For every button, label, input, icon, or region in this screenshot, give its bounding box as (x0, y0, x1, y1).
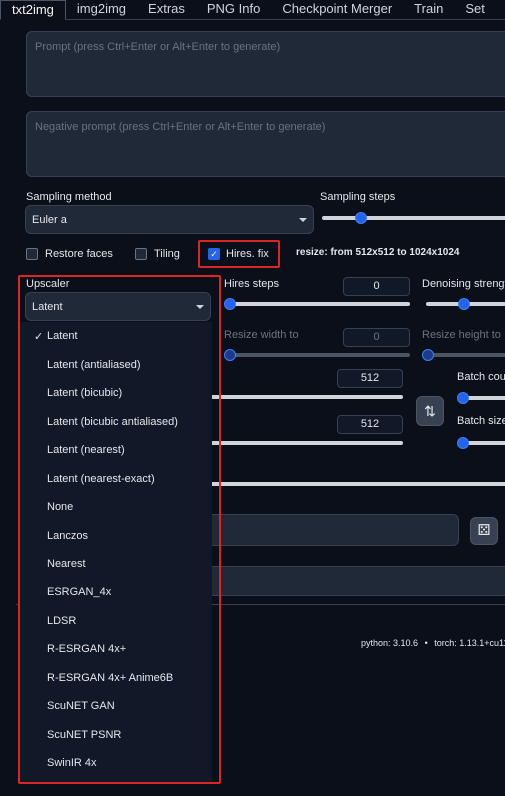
upscaler-highlight (18, 275, 221, 784)
check-icon: ✓ (210, 249, 218, 259)
tab-png-info[interactable]: PNG Info (196, 0, 271, 20)
width-slider-track[interactable] (200, 395, 403, 399)
random-seed-button[interactable]: ⚄ (470, 517, 498, 545)
swap-arrows-icon: ⇅ (424, 403, 436, 419)
sampling-steps-slider-thumb[interactable] (355, 212, 367, 224)
resize-height-slider-track[interactable] (426, 353, 505, 357)
width-input[interactable]: 512 (337, 369, 403, 388)
batch-count-label: Batch count (457, 371, 505, 383)
hires-steps-label: Hires steps (224, 278, 280, 290)
torch-version: torch: 1.13.1+cu11 (434, 638, 505, 648)
batch-size-slider-thumb[interactable] (457, 437, 469, 449)
denoising-strength-label: Denoising strength (422, 278, 505, 290)
cfg-scale-slider-track[interactable] (200, 482, 505, 486)
tiling-label: Tiling (154, 248, 180, 260)
denoising-slider-thumb[interactable] (458, 298, 470, 310)
swap-dimensions-button[interactable]: ⇅ (416, 396, 444, 426)
tab-bar: txt2img img2img Extras PNG Info Checkpoi… (0, 0, 505, 20)
resize-info: resize: from 512x512 to 1024x1024 (296, 247, 460, 258)
tiling-checkbox[interactable] (135, 248, 147, 260)
dice-icon: ⚄ (477, 522, 491, 539)
batch-count-slider-thumb[interactable] (457, 392, 469, 404)
resize-width-slider-thumb[interactable] (224, 349, 236, 361)
height-input[interactable]: 512 (337, 415, 403, 434)
footer-versions: python: 3.10.6 • torch: 1.13.1+cu11 (361, 638, 505, 648)
tab-train[interactable]: Train (403, 0, 454, 20)
resize-width-input[interactable]: 0 (343, 328, 410, 347)
height-slider-track[interactable] (200, 441, 403, 445)
hires-steps-slider-track[interactable] (228, 302, 410, 306)
negative-prompt-input[interactable]: Negative prompt (press Ctrl+Enter or Alt… (26, 111, 505, 177)
sampling-steps-label: Sampling steps (320, 191, 396, 203)
footer-separator: • (424, 638, 428, 648)
tab-txt2img[interactable]: txt2img (0, 0, 66, 20)
sampling-method-value: Euler a (32, 213, 67, 226)
resize-width-slider-track[interactable] (228, 353, 410, 357)
hires-steps-slider-thumb[interactable] (224, 298, 236, 310)
tab-settings[interactable]: Set (454, 0, 496, 20)
sampling-steps-slider-track[interactable] (322, 216, 505, 220)
tab-checkpoint-merger[interactable]: Checkpoint Merger (271, 0, 403, 20)
sampling-method-label: Sampling method (26, 191, 112, 203)
restore-faces-label: Restore faces (45, 248, 113, 260)
resize-width-label: Resize width to (224, 329, 299, 341)
tab-img2img[interactable]: img2img (66, 0, 137, 20)
batch-size-label: Batch size (457, 415, 505, 427)
hires-steps-input[interactable]: 0 (343, 277, 410, 296)
chevron-down-icon (299, 217, 307, 222)
hires-fix-label: Hires. fix (226, 248, 269, 260)
resize-height-slider-thumb[interactable] (422, 349, 434, 361)
hires-fix-checkbox[interactable]: ✓ (208, 248, 220, 260)
tab-extras[interactable]: Extras (137, 0, 196, 20)
prompt-input[interactable]: Prompt (press Ctrl+Enter or Alt+Enter to… (26, 31, 505, 97)
python-version: python: 3.10.6 (361, 638, 419, 648)
resize-height-label: Resize height to (422, 329, 501, 341)
sampling-method-select[interactable]: Euler a (25, 205, 314, 234)
restore-faces-checkbox[interactable] (26, 248, 38, 260)
